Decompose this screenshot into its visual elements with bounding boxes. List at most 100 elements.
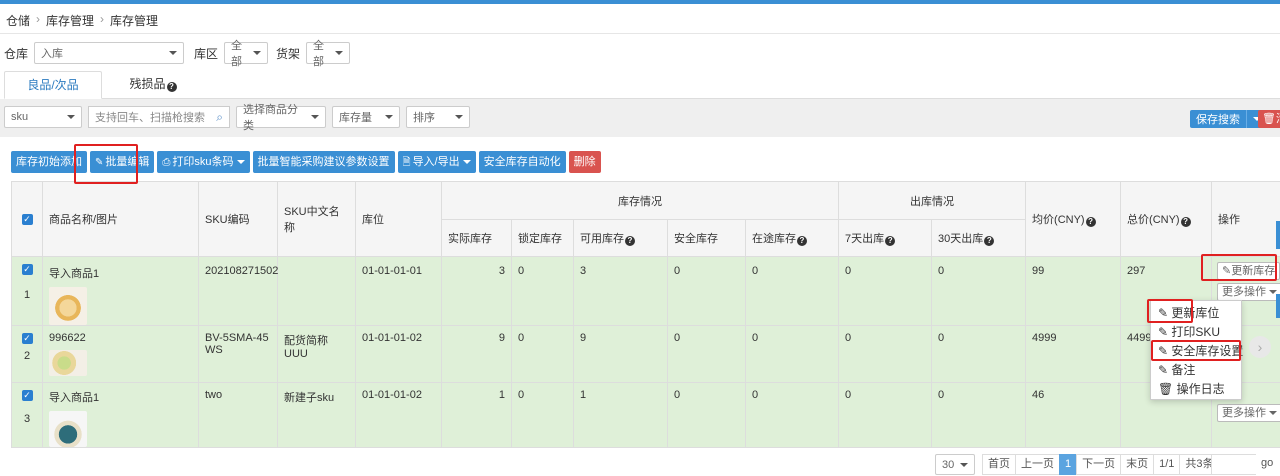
- file-icon: 🗎: [402, 157, 411, 168]
- product-image[interactable]: [49, 287, 87, 325]
- search-icon[interactable]: ⌕: [216, 110, 223, 125]
- product-name[interactable]: 导入商品1: [49, 265, 192, 281]
- inventory-table: ✓ 商品名称/图片 SKU编码 SKU中文名称 库位 库存情况 出库情况 均价(…: [11, 181, 1280, 448]
- question-icon[interactable]: ?: [1180, 217, 1191, 227]
- col-total-price: 总价(CNY)?: [1120, 181, 1213, 257]
- available-cell: 9: [573, 325, 668, 383]
- product-image[interactable]: [49, 350, 87, 376]
- chevron-down-icon: [1269, 411, 1277, 415]
- question-icon[interactable]: ?: [625, 236, 635, 246]
- area-select[interactable]: 全部: [224, 40, 269, 68]
- question-icon[interactable]: ?: [1085, 217, 1096, 227]
- warehouse-select[interactable]: 入库: [34, 42, 185, 64]
- menu-label: 备注: [1171, 363, 1196, 377]
- safety-auto-button[interactable]: 安全库存自动化: [478, 151, 566, 173]
- row-checkbox[interactable]: ✓: [21, 390, 33, 401]
- more-actions-button[interactable]: 更多操作: [1217, 283, 1280, 301]
- area-label: 库区: [194, 46, 219, 61]
- shelf-select[interactable]: 全部: [306, 40, 351, 68]
- question-icon[interactable]: ?: [797, 236, 807, 246]
- col-product: 商品名称/图片: [42, 181, 199, 257]
- shelf-label: 货架: [276, 46, 301, 61]
- chevron-down-icon: [236, 160, 245, 164]
- warehouse-label: 仓库: [4, 46, 29, 61]
- filter-bar: 仓库 入库 库区 全部 货架 全部: [4, 40, 351, 68]
- tab-damaged-products[interactable]: 残损品?: [104, 71, 202, 99]
- header-label: 7天出库: [845, 233, 885, 245]
- menu-item-note[interactable]: ✎ 备注: [1151, 361, 1241, 380]
- category-select[interactable]: 选择商品分类: [236, 104, 326, 132]
- sku-cn-cell: 新建子sku: [277, 382, 356, 448]
- sku-type-value: sku: [11, 111, 29, 123]
- button-label: 更新库存: [1231, 265, 1276, 277]
- header-label: 在途库存: [752, 233, 796, 245]
- sku-type-select[interactable]: sku: [4, 106, 82, 128]
- save-search-button[interactable]: 保存搜索: [1190, 110, 1267, 128]
- table-row[interactable]: ✓ 1 导入商品1 202108271502 01-01-01-01 3 0 3 …: [11, 256, 1280, 326]
- row-checkbox[interactable]: ✓: [21, 333, 33, 344]
- menu-label: 打印SKU: [1171, 325, 1221, 339]
- smart-purchase-button[interactable]: 批量智能采购建议参数设置: [252, 151, 395, 173]
- more-actions-button[interactable]: 更多操作: [1217, 404, 1280, 422]
- location-cell: 01-01-01-02: [355, 382, 442, 448]
- row-checkbox[interactable]: ✓: [21, 264, 33, 275]
- page-size-select[interactable]: 30: [935, 454, 975, 475]
- toolbar: 库存初始添加 ✎ 批量编辑 ⎙ 打印sku条码 批量智能采购建议参数设置 🗎 导入/导…: [11, 151, 601, 173]
- product-image[interactable]: [49, 411, 87, 447]
- row-index: 1: [23, 289, 31, 301]
- menu-item-print-sku[interactable]: ✎ 打印SKU: [1151, 323, 1241, 342]
- question-icon[interactable]: ?: [166, 82, 177, 92]
- first-page-button[interactable]: 首页: [982, 454, 1016, 475]
- question-icon[interactable]: ?: [984, 236, 995, 246]
- tab-label: 残损品: [129, 77, 166, 91]
- table-row[interactable]: ✓ 3 导入商品1 two 新建子sku 01-01-01-02 1 0 1 0 …: [11, 382, 1280, 448]
- init-add-button[interactable]: 库存初始添加: [11, 151, 87, 173]
- breadcrumb-item[interactable]: 仓储: [6, 12, 30, 29]
- next-page-button[interactable]: 下一页: [1076, 454, 1122, 475]
- goto-page-input[interactable]: [1211, 454, 1257, 475]
- location-cell: 01-01-01-01: [355, 256, 442, 326]
- clear-button[interactable]: 🗑清: [1258, 110, 1280, 128]
- transit-cell: 0: [744, 256, 840, 326]
- col-ops: 操作: [1211, 181, 1280, 257]
- batch-edit-button[interactable]: ✎ 批量编辑: [90, 151, 155, 173]
- chevron-right-icon[interactable]: ›: [1249, 336, 1271, 358]
- last-page-button[interactable]: 末页: [1120, 454, 1155, 475]
- out30-cell: 0: [931, 256, 1027, 326]
- button-label: 更多操作: [1222, 286, 1266, 298]
- chevron-down-icon: [960, 462, 969, 467]
- breadcrumb: 仓储 › 库存管理 › 库存管理: [6, 12, 158, 29]
- select-all-checkbox[interactable]: ✓: [21, 214, 33, 225]
- breadcrumb-item[interactable]: 库存管理: [46, 12, 94, 29]
- import-export-button[interactable]: 🗎 导入/导出: [397, 151, 476, 173]
- stock-select[interactable]: 库存量: [332, 106, 400, 128]
- sort-select[interactable]: 排序: [406, 106, 470, 128]
- menu-item-log[interactable]: 🗑 操作日志: [1151, 380, 1241, 399]
- transit-cell: 0: [744, 382, 840, 448]
- prev-page-button[interactable]: 上一页: [1015, 454, 1060, 475]
- current-page[interactable]: 1: [1059, 454, 1078, 475]
- product-name[interactable]: 导入商品1: [49, 389, 192, 405]
- edit-icon: ✎: [1158, 363, 1172, 377]
- edit-icon: ✎: [1158, 325, 1172, 339]
- chevron-down-icon: [169, 51, 178, 55]
- col-sku-cn: SKU中文名称: [277, 181, 356, 257]
- row-select-cell: ✓ 3: [11, 382, 43, 448]
- row-select-cell: ✓ 2: [11, 325, 43, 383]
- divider: [0, 33, 1280, 34]
- print-sku-button[interactable]: ⎙ 打印sku条码: [157, 151, 250, 173]
- menu-item-safety-settings[interactable]: ✎ 安全库存设置: [1151, 342, 1243, 361]
- delete-button[interactable]: 删除: [568, 151, 601, 173]
- search-input[interactable]: 支持回车、扫描枪搜索 ⌕: [88, 106, 230, 128]
- side-scroll-indicator: [1276, 221, 1280, 249]
- update-stock-button[interactable]: ✎更新库存: [1217, 262, 1280, 280]
- row-index: 3: [23, 413, 31, 425]
- col-out30: 30天出库?: [931, 219, 1027, 257]
- table-row[interactable]: ✓ 2 996622 BV-5SMA-45WS 配货简称UUU 01-01-01-…: [11, 325, 1280, 383]
- product-name[interactable]: 996622: [49, 332, 192, 344]
- question-icon[interactable]: ?: [885, 236, 896, 246]
- page-size-value[interactable]: 30: [935, 454, 975, 475]
- tab-good-products[interactable]: 良品/次品: [4, 71, 102, 99]
- go-button[interactable]: go: [1256, 454, 1279, 475]
- menu-item-update-location[interactable]: ✎ 更新库位: [1151, 304, 1241, 323]
